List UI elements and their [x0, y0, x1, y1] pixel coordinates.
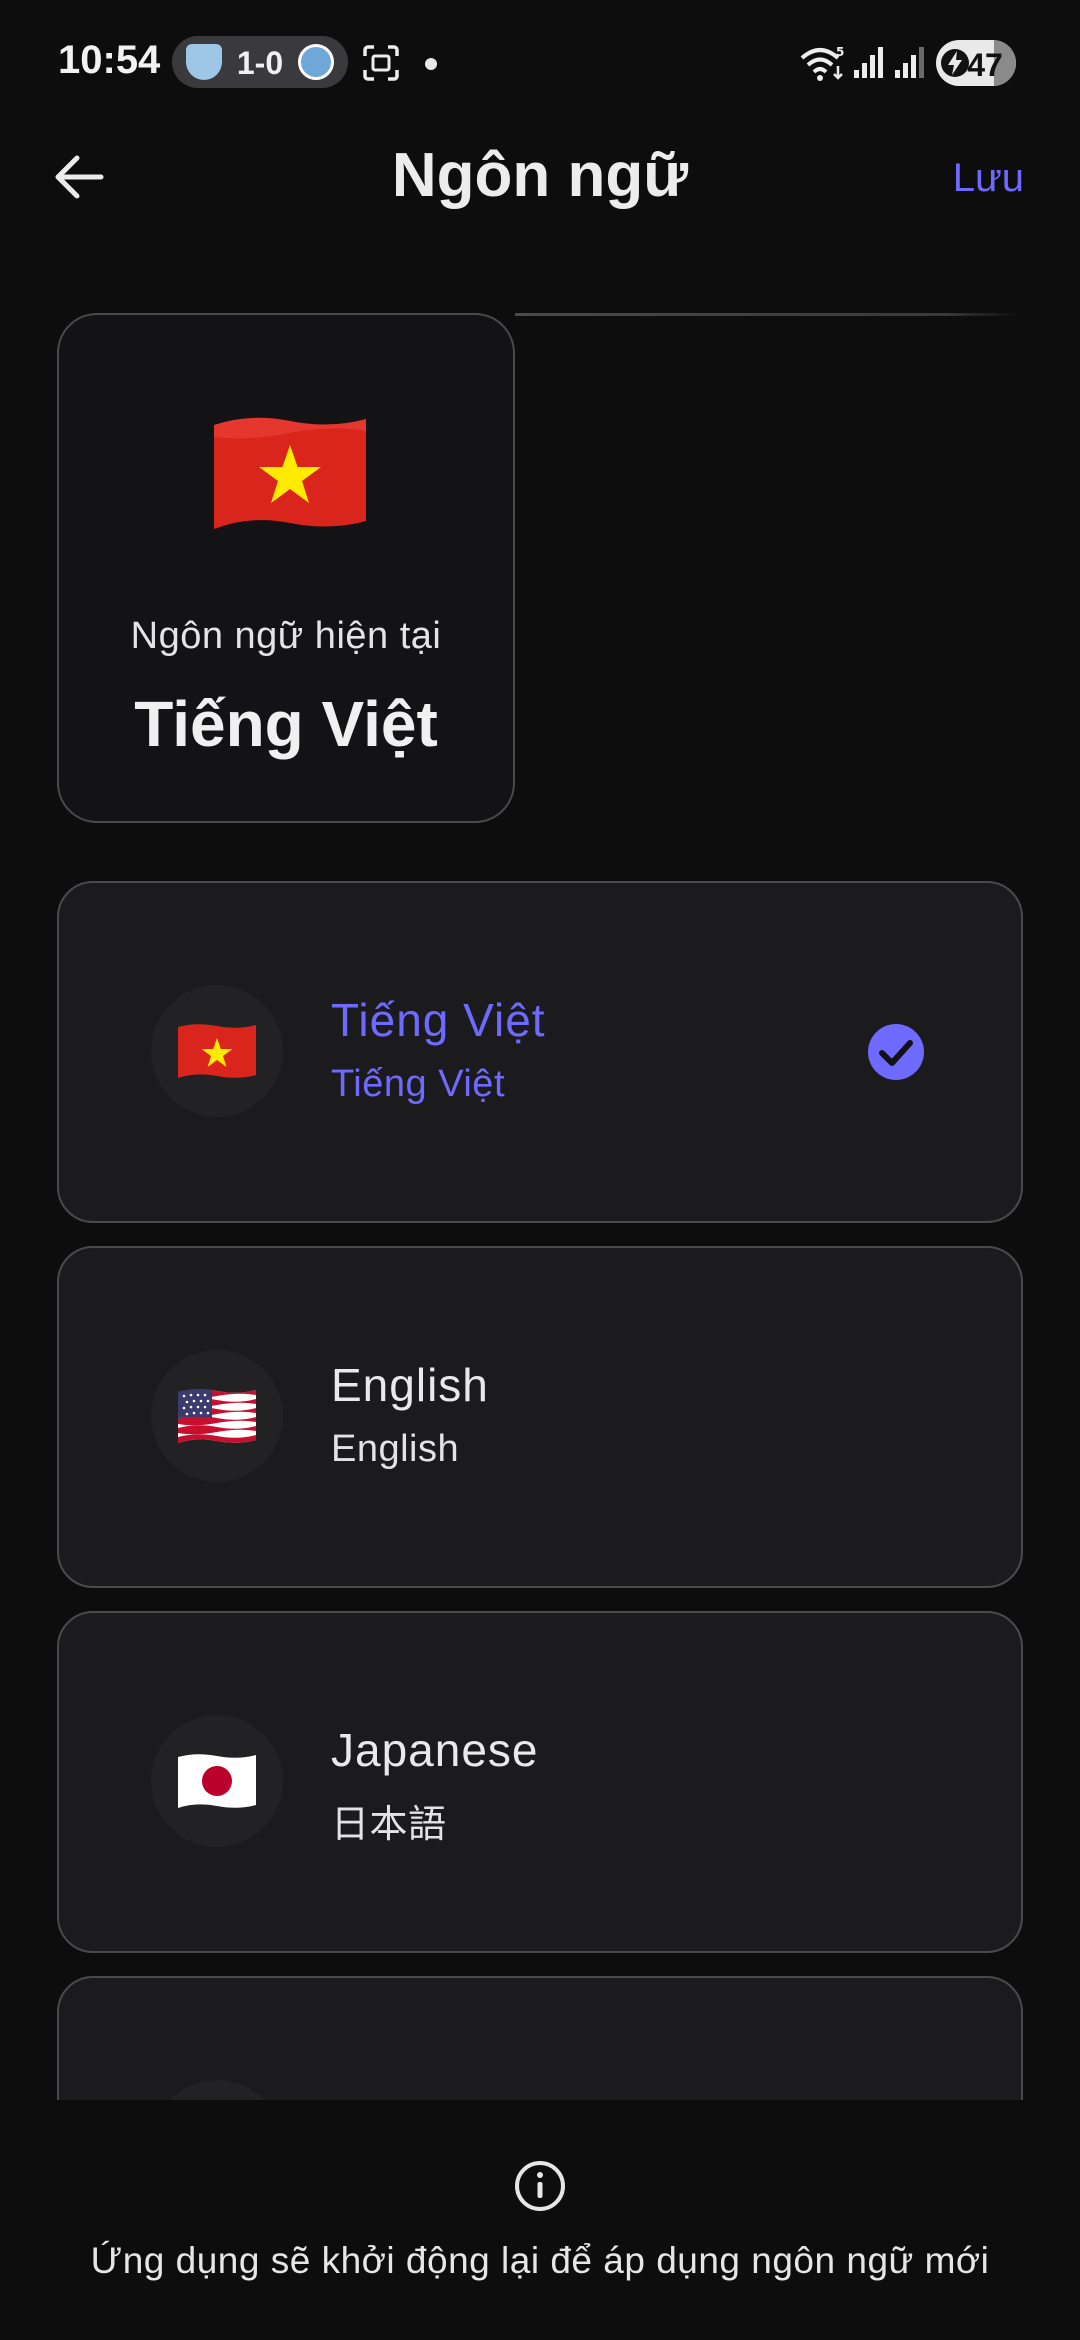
language-option-japanese[interactable]: Japanese 日本語: [57, 1611, 1023, 1953]
signal-icon: [854, 47, 883, 78]
current-language-label: Ngôn ngữ hiện tại: [130, 615, 442, 657]
usa-flag-icon: [178, 1388, 256, 1443]
save-button[interactable]: Lưu: [953, 156, 1024, 201]
svg-text:5: 5: [836, 45, 844, 59]
info-icon: [515, 2161, 565, 2211]
status-bar: 10:54 1-0 5 47: [0, 0, 1080, 120]
away-club-crest-icon: [298, 44, 334, 80]
live-score-pill[interactable]: 1-0: [172, 36, 348, 88]
language-native-name: Tiếng Việt: [331, 1063, 505, 1105]
current-language-card: Ngôn ngữ hiện tại Tiếng Việt: [57, 313, 515, 823]
battery-level: 47: [967, 47, 1003, 83]
app-bar: Ngôn ngữ Lưu: [0, 120, 1080, 240]
screen-capture-icon: [363, 45, 399, 81]
language-native-name: 日本語: [331, 1804, 447, 1846]
japan-flag-icon: [178, 1754, 256, 1808]
status-time: 10:54: [58, 38, 161, 82]
language-name: English: [331, 1359, 489, 1411]
current-language-value: Tiếng Việt: [134, 688, 438, 760]
flag-badge: [151, 1715, 283, 1847]
battery-indicator: 47: [936, 40, 1016, 86]
carousel-edge: [515, 313, 1020, 316]
language-name: Tiếng Việt: [331, 994, 546, 1046]
vietnam-flag-icon: [214, 417, 366, 529]
language-name: Japanese: [331, 1724, 539, 1776]
check-circle-icon: [868, 1024, 924, 1080]
signal-icon-secondary: [895, 47, 924, 78]
language-native-name: English: [331, 1428, 460, 1470]
notification-dot-icon: [425, 58, 437, 70]
page-title: Ngôn ngữ: [391, 141, 689, 210]
wifi-icon: 5: [800, 45, 844, 81]
language-option-english[interactable]: English English: [57, 1246, 1023, 1588]
restart-info-panel: Ứng dụng sẽ khởi động lại để áp dụng ngô…: [0, 2100, 1080, 2340]
flag-badge: [151, 1350, 283, 1482]
language-option-vietnamese[interactable]: Tiếng Việt Tiếng Việt: [57, 881, 1023, 1223]
vietnam-flag-icon: [178, 1024, 256, 1078]
restart-note: Ứng dụng sẽ khởi động lại để áp dụng ngô…: [90, 2240, 990, 2281]
flag-badge: [151, 985, 283, 1117]
